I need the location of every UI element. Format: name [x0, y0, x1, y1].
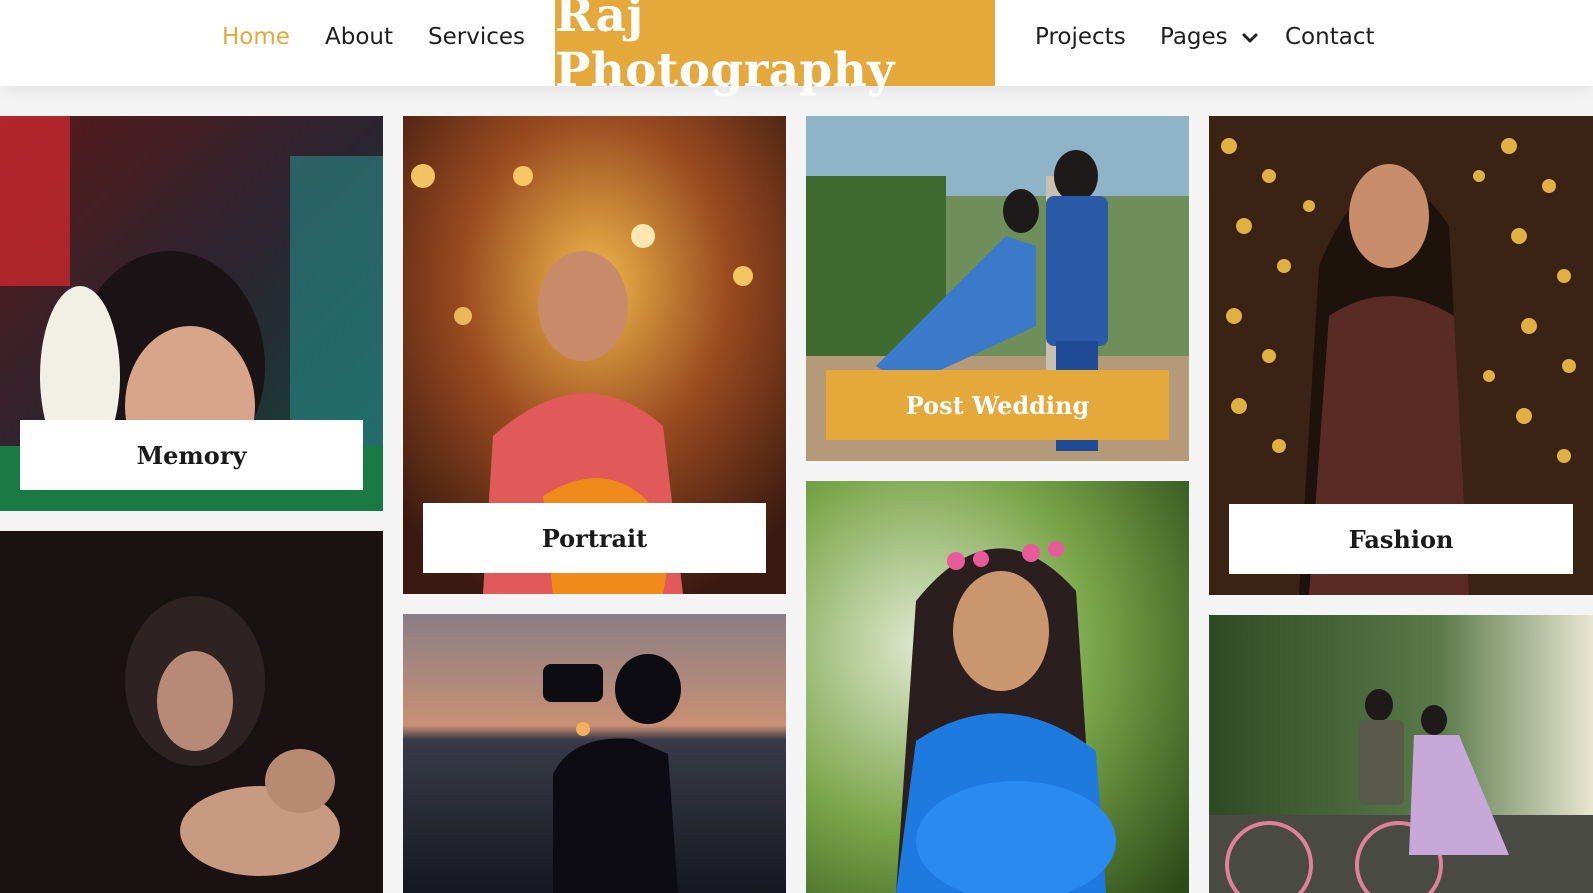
couple-bicycle-photo — [1209, 615, 1593, 893]
gallery-tile-fashion[interactable]: Fashion — [1209, 116, 1593, 595]
photographer-silhouette-photo — [403, 614, 786, 893]
gallery-tile-mother-baby[interactable] — [0, 531, 383, 893]
gallery-tile-bicycle[interactable] — [1209, 615, 1593, 893]
caption-memory: Memory — [20, 420, 363, 490]
maternity-blue-dress-photo — [806, 481, 1189, 893]
gallery-tile-post-wedding[interactable]: Post Wedding — [806, 116, 1189, 461]
photo-gallery: Memory Portrait Post Wedding Fashion — [0, 86, 1593, 893]
nav-pages[interactable]: Pages — [1160, 24, 1259, 50]
gallery-tile-maternity[interactable] — [806, 481, 1189, 893]
nav-projects[interactable]: Projects — [1035, 24, 1126, 50]
gallery-tile-portrait[interactable]: Portrait — [403, 116, 786, 594]
nav-about[interactable]: About — [325, 24, 393, 50]
brand-logo[interactable]: Raj Photography — [555, 0, 995, 98]
mother-baby-photo — [0, 531, 383, 893]
top-navbar: Home About Services Raj Photography Proj… — [0, 0, 1593, 98]
caption-post-wedding: Post Wedding — [826, 370, 1169, 440]
gallery-tile-silhouette[interactable] — [403, 614, 786, 893]
gallery-tile-memory[interactable]: Memory — [0, 116, 383, 511]
caption-fashion: Fashion — [1229, 504, 1573, 574]
nav-contact[interactable]: Contact — [1285, 24, 1374, 50]
nav-home[interactable]: Home — [222, 24, 290, 50]
chevron-down-icon — [1242, 33, 1258, 42]
nav-services[interactable]: Services — [428, 24, 525, 50]
nav-pages-label: Pages — [1160, 24, 1228, 50]
caption-portrait: Portrait — [423, 503, 766, 573]
